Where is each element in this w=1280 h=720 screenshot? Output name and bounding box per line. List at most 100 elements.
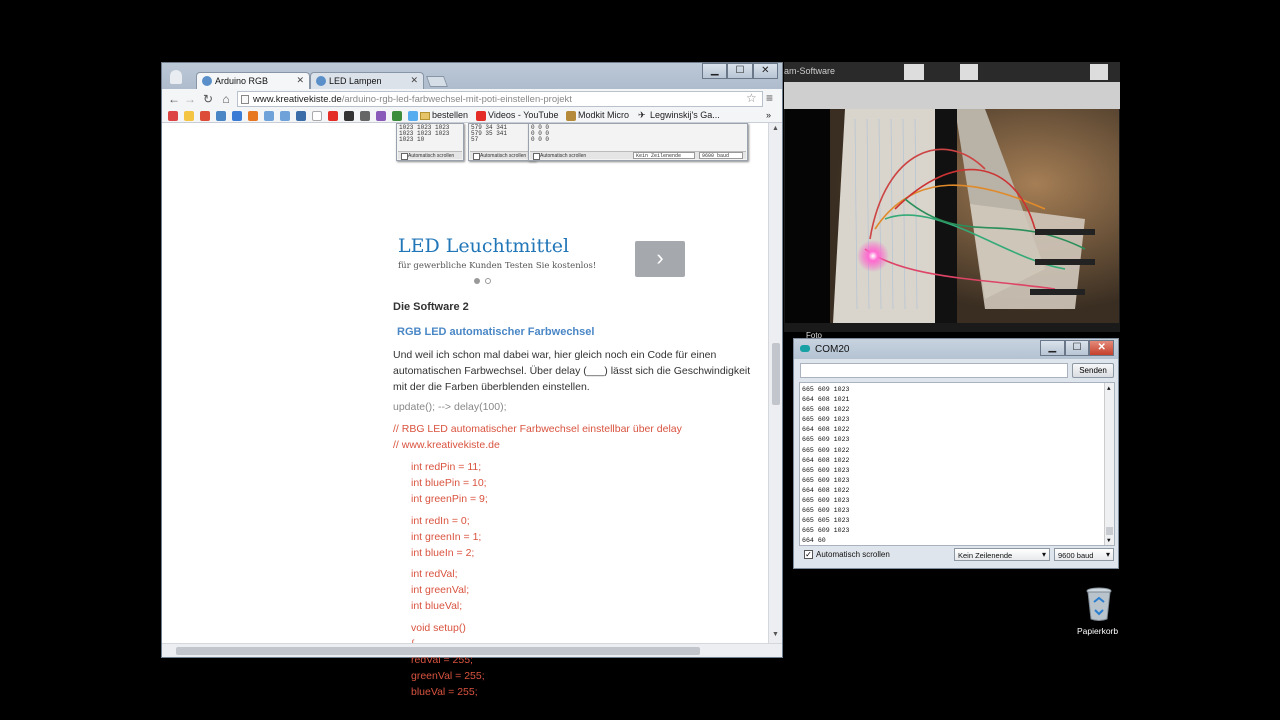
tab-close-icon[interactable]: ✕ <box>410 75 418 86</box>
thumb-baud: 9600 baud <box>699 152 743 159</box>
scroll-up-icon[interactable]: ▲ <box>772 125 779 132</box>
autoscroll-checkbox[interactable]: ✓ <box>804 550 813 559</box>
window-controls: ▁ ☐ ✕ <box>702 63 778 79</box>
serial-line: 664 60 <box>802 537 826 545</box>
bookmark-icon[interactable] <box>232 111 242 121</box>
thumb-autoscroll: Automatisch scrollen <box>470 151 534 160</box>
new-tab-button[interactable] <box>425 76 449 87</box>
window-icon <box>904 64 924 80</box>
home-icon[interactable]: ⌂ <box>218 92 234 106</box>
scroll-down-icon[interactable]: ▼ <box>772 631 779 638</box>
bookmark-bestellen[interactable]: bestellen <box>432 110 468 120</box>
serial-send-input[interactable] <box>800 363 1068 378</box>
menu-icon[interactable]: ≡ <box>766 91 773 105</box>
bookmark-icon[interactable] <box>376 111 386 121</box>
ad-next-button[interactable]: › <box>635 241 685 277</box>
address-bar[interactable]: www.kreativekiste.de/arduino-rgb-led-far… <box>237 91 763 107</box>
thumb-line: 57 <box>471 136 479 143</box>
tab-arduino-rgb[interactable]: Arduino RGB ✕ <box>196 72 310 89</box>
serial-title: COM20 <box>815 344 850 355</box>
baud-rate-select[interactable]: 9600 baud <box>1054 548 1114 561</box>
browser-window: Arduino RGB ✕ LED Lampen ✕ ▁ ☐ ✕ ← → ↻ ⌂… <box>161 62 783 698</box>
bookmark-youtube[interactable]: Videos - YouTube <box>488 110 559 120</box>
code-line: int bluePin = 10; <box>411 477 487 489</box>
bookmark-modkit[interactable]: Modkit Micro <box>578 110 629 120</box>
send-button[interactable]: Senden <box>1072 363 1114 378</box>
serial-line: 664 608 1021 <box>802 396 850 404</box>
close-button[interactable]: ✕ <box>752 63 778 79</box>
bookmark-icon[interactable] <box>392 111 402 121</box>
minimize-button[interactable]: ▁ <box>702 63 728 79</box>
code-line: greenVal = 255; <box>411 670 485 682</box>
bookmark-icon[interactable] <box>248 111 258 121</box>
arduino-favicon-icon <box>316 76 326 86</box>
bookmark-icon[interactable] <box>184 111 194 121</box>
thumb-lineend: Kein Zeilenende <box>633 152 695 159</box>
profile-icon[interactable] <box>170 70 182 84</box>
maximize-button[interactable]: ☐ <box>727 63 753 79</box>
forward-arrow-icon[interactable]: → <box>182 92 198 106</box>
screenshot-thumbnail: 0 0 0 0 0 0 0 0 0 Automatisch scrollen K… <box>528 123 748 161</box>
serial-line: 664 608 1022 <box>802 426 850 434</box>
vertical-scrollbar[interactable]: ▲ ▼ <box>768 123 782 643</box>
carousel-dot[interactable] <box>485 278 491 284</box>
twitter-icon[interactable] <box>408 111 418 121</box>
scroll-down-icon[interactable]: ▼ <box>1107 536 1111 545</box>
google-plus-icon[interactable] <box>200 111 210 121</box>
bookmark-icon[interactable] <box>216 111 226 121</box>
camera-titlebar[interactable]: am-Software <box>784 62 1120 82</box>
minimize-button[interactable]: ▁ <box>1040 340 1065 356</box>
maximize-button[interactable]: ☐ <box>1064 340 1090 356</box>
browser-titlebar[interactable]: Arduino RGB ✕ LED Lampen ✕ ▁ ☐ ✕ <box>162 63 782 89</box>
description-paragraph: Und weil ich schon mal dabei war, hier g… <box>393 349 751 394</box>
tab-led-lampen[interactable]: LED Lampen ✕ <box>310 72 424 89</box>
gmail-icon[interactable] <box>168 111 178 121</box>
horizontal-scrollbar[interactable] <box>162 643 782 657</box>
url-host: www.kreativekiste.de <box>253 94 342 105</box>
tab-close-icon[interactable]: ✕ <box>296 75 304 86</box>
code-line: blueVal = 255; <box>411 686 478 698</box>
reload-icon[interactable]: ↻ <box>200 92 216 106</box>
ad-title[interactable]: LED Leuchtmittel <box>398 235 569 257</box>
bookmark-icon[interactable] <box>312 111 322 121</box>
amazon-icon[interactable] <box>344 111 354 121</box>
tab-label: LED Lampen <box>329 76 382 86</box>
serial-monitor-window: COM20 ▁ ☐ ✕ Senden 665 609 1023 664 608 1… <box>793 338 1119 569</box>
bookmark-icon[interactable] <box>360 111 370 121</box>
screenshot-thumbnail: 1023 1023 1023 1023 1023 1023 1023 10 Au… <box>396 123 464 161</box>
arduino-icon[interactable] <box>264 111 274 121</box>
scrollbar-thumb[interactable] <box>772 343 780 405</box>
recycle-bin-icon[interactable] <box>1085 586 1113 622</box>
autoscroll-label: Automatisch scrollen <box>816 550 890 559</box>
scrollbar-thumb[interactable] <box>176 647 700 655</box>
camera-toolbar <box>784 82 1120 109</box>
bookmark-legwinskij[interactable]: Legwinskij's Ga... <box>650 110 720 120</box>
window-icon <box>1090 64 1108 80</box>
scroll-up-icon[interactable]: ▲ <box>1107 384 1111 394</box>
code-line: int greenVal; <box>411 584 470 596</box>
window-controls: ▁ ☐ ✕ <box>1040 340 1115 356</box>
code-comment: // RBG LED automatischer Farbwechsel ein… <box>393 423 682 435</box>
code-line: int redVal; <box>411 568 458 580</box>
webcam-image <box>785 109 1119 323</box>
back-arrow-icon[interactable]: ← <box>166 92 182 106</box>
ad-subtitle[interactable]: für gewerbliche Kunden Testen Sie kosten… <box>398 261 596 271</box>
code-line: int blueVal; <box>411 600 463 612</box>
serial-titlebar[interactable]: COM20 ▁ ☐ ✕ <box>794 339 1118 359</box>
line-ending-select[interactable]: Kein Zeilenende <box>954 548 1050 561</box>
serial-line: 664 608 1022 <box>802 456 850 464</box>
serial-line: 665 609 1022 <box>802 446 850 454</box>
bookmark-icon[interactable] <box>296 111 306 121</box>
bookmark-star-icon[interactable]: ☆ <box>746 91 757 105</box>
serial-scrollbar[interactable]: ▲ ▼ <box>1104 383 1114 545</box>
more-bookmarks-icon[interactable]: » <box>766 110 771 120</box>
code-line: int greenPin = 9; <box>411 493 488 505</box>
camera-window: am-Software Foto <box>784 62 1120 340</box>
scrollbar-thumb[interactable] <box>1106 527 1113 535</box>
youtube-icon[interactable] <box>328 111 338 121</box>
serial-line: 665 609 1023 <box>802 466 850 474</box>
close-button[interactable]: ✕ <box>1089 340 1115 356</box>
arduino-icon[interactable] <box>280 111 290 121</box>
carousel-dot[interactable] <box>474 278 480 284</box>
recycle-bin-label[interactable]: Papierkorb <box>1077 626 1118 636</box>
